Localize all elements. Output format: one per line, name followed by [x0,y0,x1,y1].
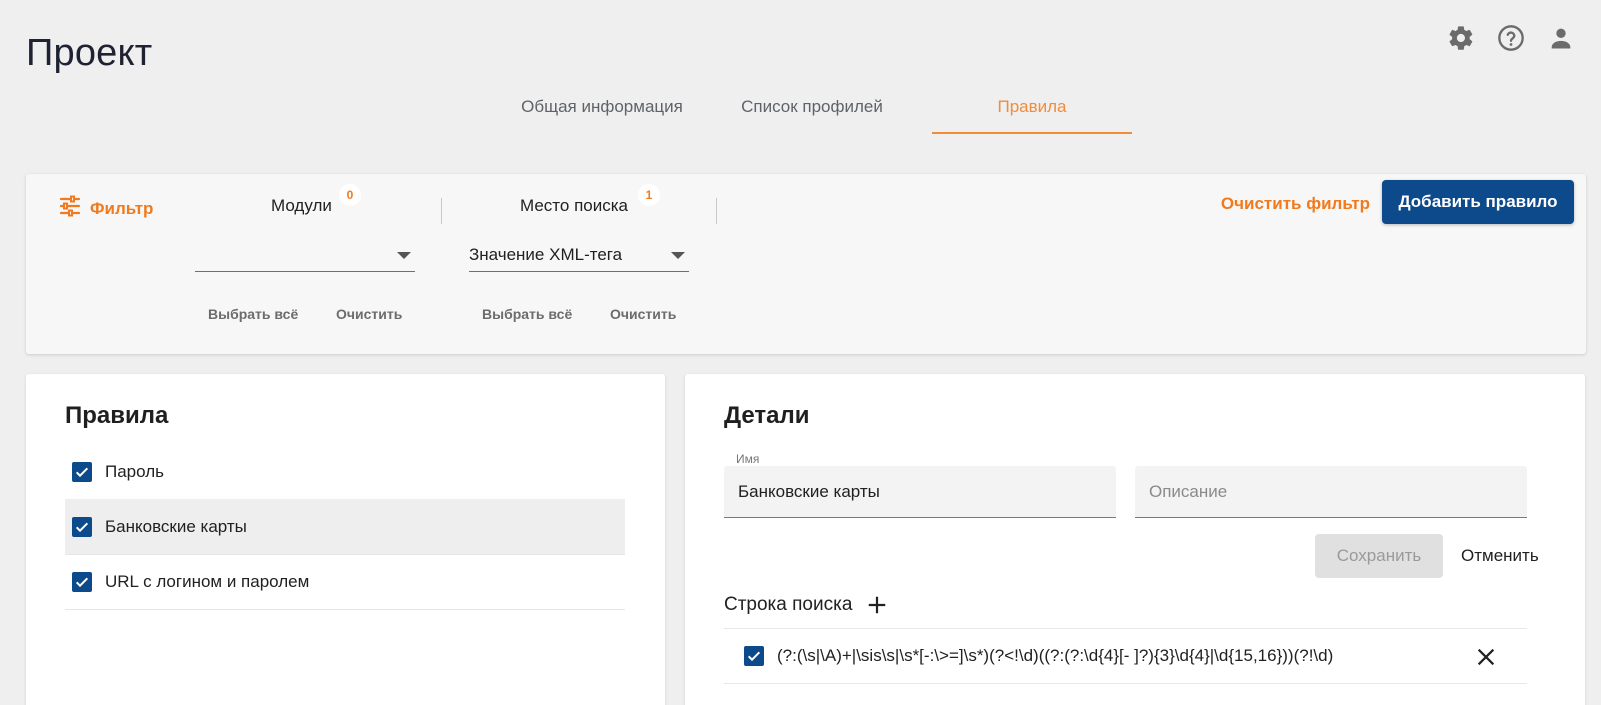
modules-count-badge: 0 [339,184,361,206]
description-field[interactable]: Описание [1135,466,1527,518]
filter-label: Фильтр [90,198,154,218]
search-place-select-all-button[interactable]: Выбрать всё [482,306,572,322]
rule-label: Пароль [105,461,164,481]
divider [716,198,717,224]
modules-select[interactable] [195,238,415,272]
rules-panel: Правила Пароль Банковские карты URL с ло… [26,374,665,705]
name-field-label: Имя [736,452,760,466]
filter-toggle[interactable]: Фильтр [58,194,153,223]
checkbox-checked-icon[interactable] [72,516,92,537]
rule-label: URL с логином и паролем [105,571,310,591]
details-panel: Детали Имя Банковские карты Описание Сох… [685,374,1585,705]
rule-item[interactable]: Банковские карты [65,499,625,555]
details-title: Детали [724,402,810,429]
account-icon[interactable] [1547,24,1575,52]
cancel-button[interactable]: Отменить [1461,534,1539,578]
rule-item[interactable]: Пароль [65,444,625,500]
add-rule-button[interactable]: Добавить правило [1382,180,1574,224]
search-place-count-badge: 1 [638,184,660,206]
checkbox-checked-icon[interactable] [72,461,92,482]
clear-filter-button[interactable]: Очистить фильтр [1221,194,1370,214]
gear-icon[interactable] [1447,24,1475,52]
search-place-value: Значение XML-тега [469,244,623,264]
save-button[interactable]: Сохранить [1315,534,1443,578]
modules-title: Модули [271,196,332,215]
rules-title: Правила [65,402,169,429]
name-field[interactable]: Имя Банковские карты [724,452,1116,518]
top-toolbar [1447,24,1575,52]
rule-item[interactable]: URL с логином и паролем [65,554,625,610]
search-place-title: Место поиска [520,196,629,215]
checkbox-checked-icon[interactable] [744,646,764,666]
close-icon[interactable] [1475,646,1497,668]
search-string-title: Строка поиска [724,594,853,615]
description-placeholder: Описание [1149,482,1228,501]
search-string-header: Строка поиска [724,594,888,616]
tab-general-info[interactable]: Общая информация [502,80,702,134]
modules-select-all-button[interactable]: Выбрать всё [208,306,298,322]
search-string-row: (?:(\s|\A)+|\sis\s|\s*[-:\>=]\s*)(?<!\d)… [724,628,1527,684]
tab-profiles-list[interactable]: Список профилей [702,80,922,134]
dropdown-arrow-icon [671,252,685,259]
tab-rules[interactable]: Правила [932,80,1132,134]
rule-label: Банковские карты [105,516,247,536]
name-field-value: Банковские карты [738,482,880,501]
search-place-clear-button[interactable]: Очистить [610,306,676,322]
checkbox-checked-icon[interactable] [72,571,92,592]
modules-clear-button[interactable]: Очистить [336,306,402,322]
page-title: Проект [26,32,153,74]
divider [441,198,442,224]
tab-bar: Общая информация Список профилей Правила [502,80,1132,134]
search-string-value[interactable]: (?:(\s|\A)+|\sis\s|\s*[-:\>=]\s*)(?<!\d)… [777,646,1333,666]
search-place-select[interactable]: Значение XML-тега [469,238,689,272]
help-icon[interactable] [1497,24,1525,52]
dropdown-arrow-icon [397,252,411,259]
filter-panel: Фильтр Модули 0 Выбрать всё Очистить Мес… [26,174,1586,354]
plus-icon[interactable] [866,594,888,616]
filter-icon [58,194,82,223]
